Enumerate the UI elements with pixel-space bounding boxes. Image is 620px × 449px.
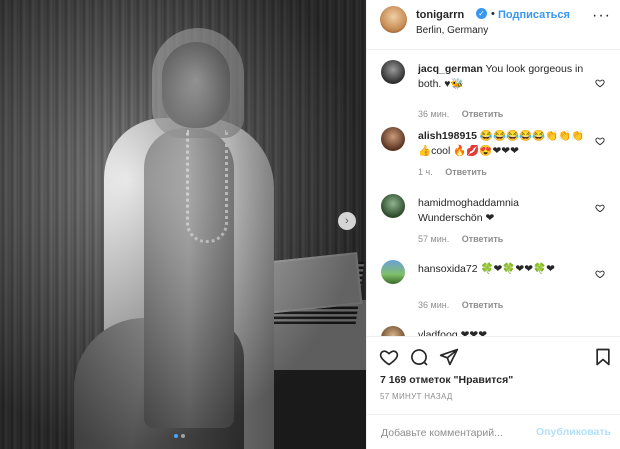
post-actions-bar <box>367 336 620 376</box>
post-photo[interactable]: › <box>0 0 366 449</box>
post-location[interactable]: Berlin, Germany <box>416 25 488 36</box>
carousel-next-button[interactable]: › <box>338 212 356 230</box>
more-options-icon[interactable]: ··· <box>592 7 611 25</box>
commenter-avatar[interactable] <box>381 260 405 284</box>
author-avatar[interactable] <box>380 6 407 33</box>
comment-time: 57 мин. <box>418 234 450 244</box>
comment-username[interactable]: jacq_german <box>418 63 483 75</box>
photo-shading <box>0 0 366 449</box>
commenter-avatar[interactable] <box>381 194 405 218</box>
carousel-dots <box>174 434 185 438</box>
bookmark-icon[interactable] <box>593 347 613 367</box>
instagram-post-modal: › tonigarrn ✓ • Подписаться Berlin, Germ… <box>0 0 620 449</box>
like-heart-icon[interactable] <box>379 347 399 367</box>
commenter-avatar[interactable] <box>381 127 405 151</box>
reply-button[interactable]: Ответить <box>462 300 504 310</box>
likes-count[interactable]: 7 169 отметок "Нравится" <box>380 374 513 386</box>
comment-input[interactable] <box>379 423 533 443</box>
comment-meta: 1 ч. Ответить <box>418 167 487 177</box>
comment-username[interactable]: hansoxida72 <box>418 263 478 275</box>
comment-meta: 36 мин. Ответить <box>418 300 503 310</box>
commenter-avatar[interactable] <box>381 326 405 336</box>
commenter-avatar[interactable] <box>381 60 405 84</box>
comment-time: 1 ч. <box>418 167 433 177</box>
reply-button[interactable]: Ответить <box>462 234 504 244</box>
comment-body: alish198915 😂😂😂😂😂👏👏👏👍cool 🔥💋😍❤❤❤ <box>418 129 594 159</box>
comment-body: vladfoog ❤❤❤ <box>418 328 594 336</box>
comments-list[interactable]: jacq_german You look gorgeous in both. ♥… <box>367 50 620 336</box>
share-paper-plane-icon[interactable] <box>439 347 459 367</box>
comment-bubble-icon[interactable] <box>409 347 429 367</box>
header-separator: • <box>491 8 495 20</box>
chevron-right-icon: › <box>345 214 349 227</box>
comment-username[interactable]: vladfoog <box>418 329 458 336</box>
reply-button[interactable]: Ответить <box>462 109 504 119</box>
carousel-dot-active <box>174 434 178 438</box>
post-side-panel: tonigarrn ✓ • Подписаться Berlin, German… <box>366 0 620 449</box>
comment-like-icon[interactable] <box>595 136 605 146</box>
reply-button[interactable]: Ответить <box>445 167 487 177</box>
comment-time: 36 мин. <box>418 300 450 310</box>
comment-username[interactable]: hamidmoghaddamnia <box>418 196 594 211</box>
comment-composer: Опубликовать <box>367 414 620 449</box>
comment-like-icon[interactable] <box>595 203 605 213</box>
verified-badge-icon: ✓ <box>476 8 487 19</box>
comment-body: jacq_german You look gorgeous in both. ♥… <box>418 62 594 92</box>
author-username[interactable]: tonigarrn <box>416 9 464 21</box>
comment-like-icon[interactable] <box>595 269 605 279</box>
post-timestamp: 57 МИНУТ НАЗАД <box>380 392 453 401</box>
comment-body: hansoxida72 🍀❤🍀❤❤🍀❤ <box>418 262 594 277</box>
post-header: tonigarrn ✓ • Подписаться Berlin, German… <box>367 0 620 50</box>
publish-button[interactable]: Опубликовать <box>536 426 611 438</box>
comment-text: Wunderschön ❤ <box>418 212 495 224</box>
carousel-dot <box>181 434 185 438</box>
comment-username[interactable]: alish198915 <box>418 130 477 142</box>
comment-text: ❤❤❤ <box>460 329 488 336</box>
comment-meta: 57 мин. Ответить <box>418 234 503 244</box>
comment-time: 36 мин. <box>418 109 450 119</box>
comment-text: 🍀❤🍀❤❤🍀❤ <box>480 263 555 275</box>
comment-meta: 36 мин. Ответить <box>418 109 503 119</box>
comment-body: hamidmoghaddamnia Wunderschön ❤ <box>418 196 594 226</box>
follow-button[interactable]: Подписаться <box>498 9 570 21</box>
comment-like-icon[interactable] <box>595 78 605 88</box>
